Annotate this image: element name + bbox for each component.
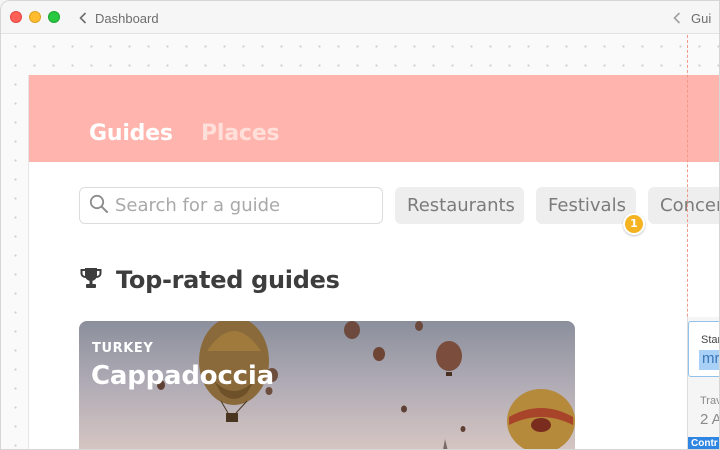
- search-field[interactable]: [79, 187, 383, 224]
- tab-guides[interactable]: Guides: [89, 121, 173, 146]
- right-nav-label: Gui: [691, 10, 712, 26]
- app-window: Dashboard Gui Guides Places Search for a…: [0, 0, 720, 450]
- chevron-left-icon: [673, 9, 681, 28]
- tab-places[interactable]: Places: [201, 121, 280, 146]
- comment-badge[interactable]: 1: [623, 213, 645, 235]
- contributor-tag[interactable]: Contr: [688, 437, 719, 449]
- property-value-travel[interactable]: 2 A: [700, 411, 719, 428]
- chip-concerts[interactable]: Concer: [648, 187, 719, 224]
- card-country: TURKEY: [92, 341, 154, 356]
- properties-panel: Star mr Trav 2 A Contr: [687, 317, 720, 449]
- zoom-window-button[interactable]: [48, 11, 60, 23]
- chip-restaurants[interactable]: Restaurants: [395, 187, 524, 224]
- artboard-frame[interactable]: Guides Places Restaurants Festivals Conc…: [28, 75, 719, 449]
- title-bar: Dashboard Gui: [1, 1, 719, 34]
- section-title: Top-rated guides: [116, 266, 340, 294]
- back-to-dashboard[interactable]: Dashboard: [79, 9, 159, 27]
- right-nav[interactable]: Gui: [673, 9, 711, 27]
- property-value-selected[interactable]: mr: [699, 350, 719, 370]
- card-title: Cappadoccia: [91, 361, 274, 391]
- header-band: Guides Places: [29, 75, 719, 162]
- search-input[interactable]: [115, 195, 365, 216]
- property-label-travel: Trav: [700, 395, 720, 407]
- chip-festivals[interactable]: Festivals: [536, 187, 636, 224]
- design-canvas[interactable]: Guides Places Restaurants Festivals Conc…: [1, 35, 719, 449]
- chevron-left-icon: [79, 12, 87, 24]
- trophy-icon: [79, 266, 103, 294]
- minimize-window-button[interactable]: [29, 11, 41, 23]
- property-label-start: Star: [701, 334, 720, 346]
- section-header: Top-rated guides: [79, 263, 340, 297]
- text-field-box[interactable]: Star mr: [688, 321, 720, 377]
- back-label: Dashboard: [95, 10, 159, 26]
- guide-card[interactable]: TURKEY Cappadoccia: [79, 321, 575, 449]
- close-window-button[interactable]: [10, 11, 22, 23]
- search-icon: [89, 194, 109, 218]
